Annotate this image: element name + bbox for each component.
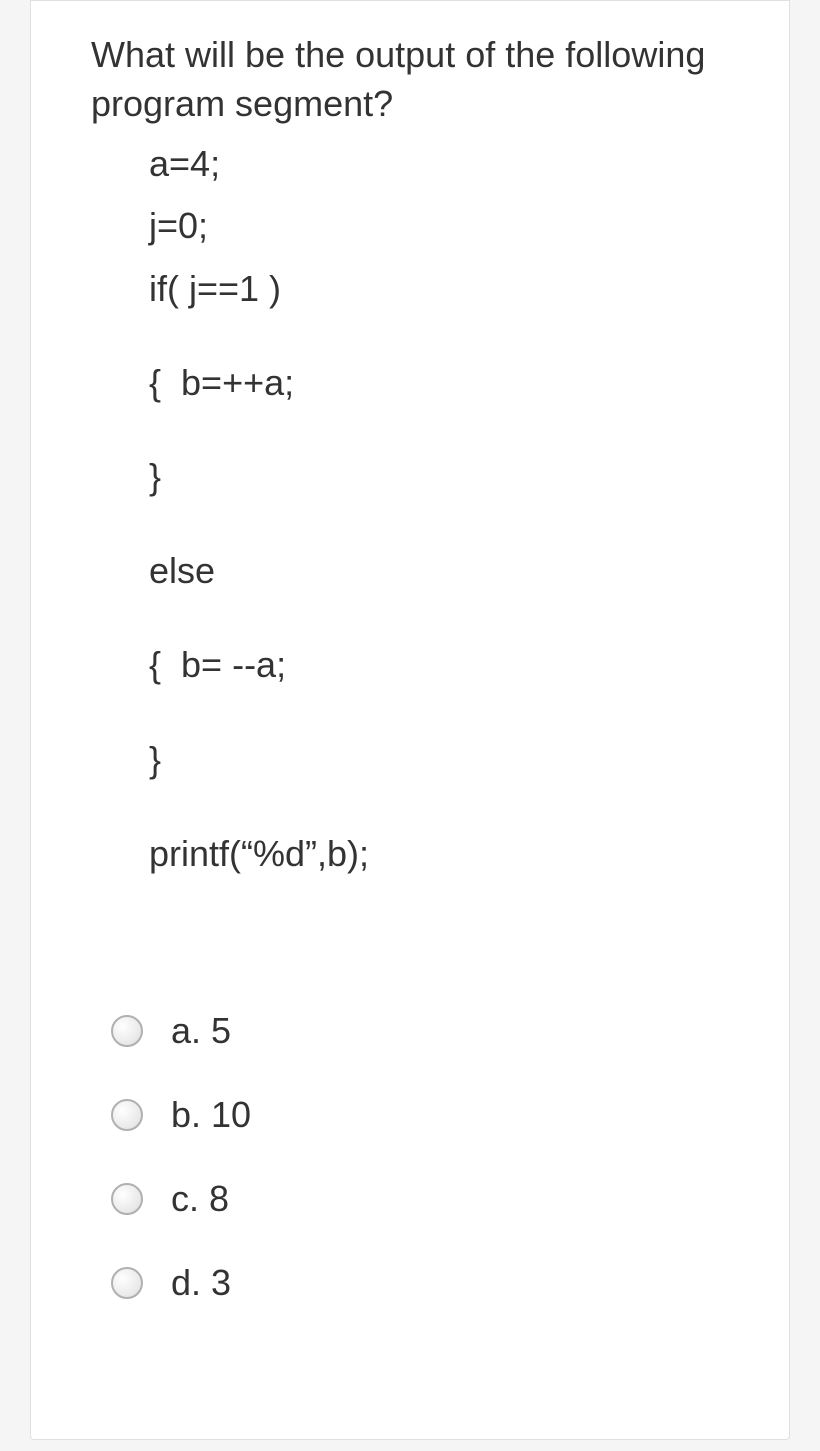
option-a[interactable]: a. 5 (111, 1010, 729, 1052)
option-label: a. 5 (171, 1010, 231, 1052)
code-line: printf(“%d”,b); (149, 828, 729, 880)
radio-icon[interactable] (111, 1183, 143, 1215)
code-block: a=4; j=0; if( j==1 ) { b=++a; } else { b… (91, 138, 729, 880)
question-card: What will be the output of the following… (30, 0, 790, 1440)
code-line: } (149, 451, 729, 503)
code-line: } (149, 734, 729, 786)
option-d[interactable]: d. 3 (111, 1262, 729, 1304)
radio-icon[interactable] (111, 1267, 143, 1299)
option-label: c. 8 (171, 1178, 229, 1220)
code-line: if( j==1 ) (149, 263, 729, 315)
option-b[interactable]: b. 10 (111, 1094, 729, 1136)
option-label: b. 10 (171, 1094, 251, 1136)
code-line: a=4; (149, 138, 729, 190)
option-label: d. 3 (171, 1262, 231, 1304)
radio-icon[interactable] (111, 1015, 143, 1047)
code-line: { b=++a; (149, 357, 729, 409)
code-line: j=0; (149, 200, 729, 252)
code-line: { b= --a; (149, 639, 729, 691)
option-c[interactable]: c. 8 (111, 1178, 729, 1220)
code-line: else (149, 545, 729, 597)
question-text: What will be the output of the following… (91, 31, 729, 128)
radio-icon[interactable] (111, 1099, 143, 1131)
options-list: a. 5 b. 10 c. 8 d. 3 (91, 1010, 729, 1304)
